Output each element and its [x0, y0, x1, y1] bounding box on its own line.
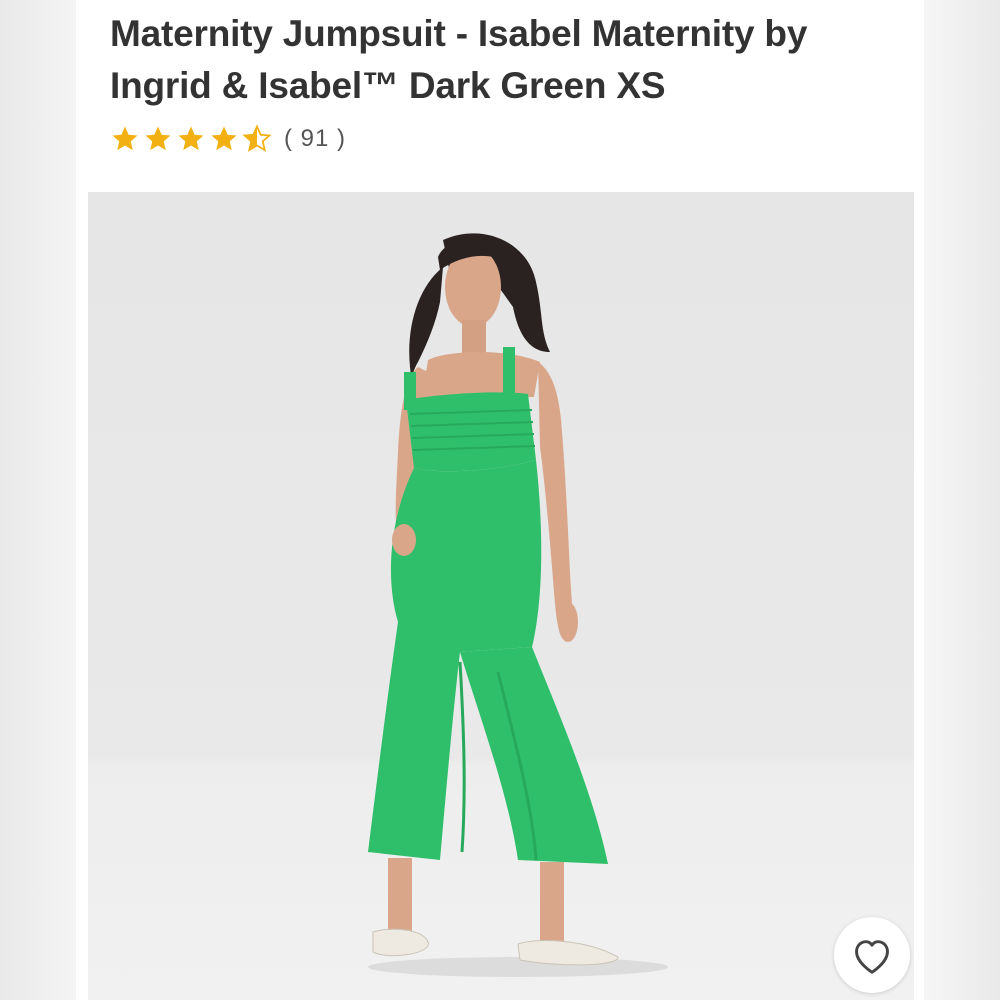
star-icon [178, 126, 204, 151]
product-title: Maternity Jumpsuit - Isabel Maternity by… [110, 13, 808, 106]
review-count[interactable]: ( 91 ) [284, 125, 346, 153]
rating-stars [110, 124, 272, 154]
favorite-button[interactable] [834, 917, 910, 993]
half-star-icon [242, 124, 272, 152]
heart-outline-icon [855, 940, 889, 974]
model-in-jumpsuit-illustration [368, 233, 668, 977]
star-icon [112, 126, 138, 151]
product-image[interactable] [88, 192, 914, 1000]
left-backdrop [0, 0, 76, 1000]
right-backdrop [924, 0, 1000, 1000]
star-icon [145, 126, 171, 151]
star-icon [211, 126, 237, 151]
product-card: Maternity Jumpsuit - Isabel Maternity by… [76, 0, 924, 1000]
rating-row[interactable]: ( 91 ) [110, 120, 346, 158]
